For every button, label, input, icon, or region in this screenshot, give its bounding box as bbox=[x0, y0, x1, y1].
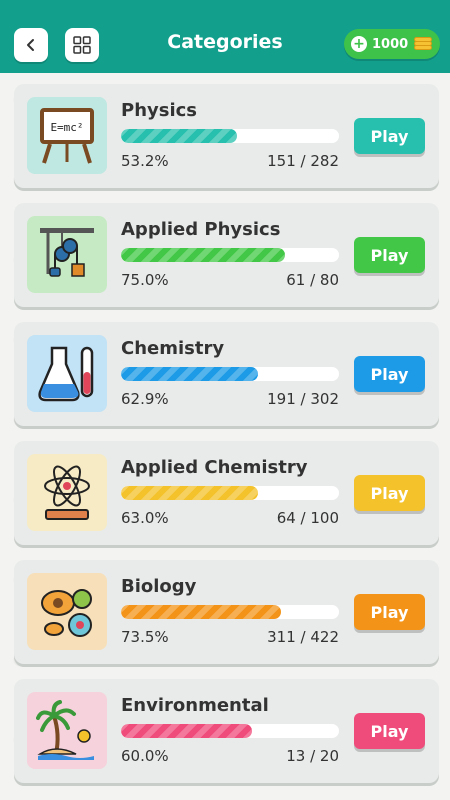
progress-count: 13 / 20 bbox=[286, 747, 339, 765]
category-name: Applied Chemistry bbox=[121, 457, 308, 478]
progress-bar bbox=[121, 486, 339, 500]
category-card-environmental: Environmental 60.0% 13 / 20 Play bbox=[14, 679, 439, 783]
play-button-biology[interactable]: Play bbox=[354, 594, 425, 630]
progress-bar bbox=[121, 724, 339, 738]
category-card-physics: E=mc² Physics 53.2% 151 / 282 Play bbox=[14, 84, 439, 188]
category-name: Chemistry bbox=[121, 338, 225, 359]
progress-percent: 73.5% bbox=[121, 628, 169, 646]
svg-text:E=mc²: E=mc² bbox=[50, 121, 83, 134]
category-name: Applied Physics bbox=[121, 219, 281, 240]
palm-island-icon bbox=[27, 692, 107, 769]
category-name: Physics bbox=[121, 100, 198, 121]
play-button-environmental[interactable]: Play bbox=[354, 713, 425, 749]
progress-percent: 63.0% bbox=[121, 509, 169, 527]
atom-book-icon bbox=[27, 454, 107, 531]
play-button-applied-physics[interactable]: Play bbox=[354, 237, 425, 273]
progress-count: 311 / 422 bbox=[267, 628, 339, 646]
category-card-applied-physics: Applied Physics 75.0% 61 / 80 Play bbox=[14, 203, 439, 307]
pulley-icon bbox=[27, 216, 107, 293]
progress-percent: 60.0% bbox=[121, 747, 169, 765]
progress-count: 151 / 282 bbox=[267, 152, 339, 170]
category-card-biology: Biology 73.5% 311 / 422 Play bbox=[14, 560, 439, 664]
progress-bar bbox=[121, 129, 339, 143]
progress-fill bbox=[121, 605, 282, 619]
category-name: Environmental bbox=[121, 695, 269, 716]
progress-bar bbox=[121, 367, 339, 381]
progress-percent: 53.2% bbox=[121, 152, 169, 170]
progress-count: 64 / 100 bbox=[276, 509, 339, 527]
progress-percent: 62.9% bbox=[121, 390, 169, 408]
category-card-applied-chemistry: Applied Chemistry 63.0% 64 / 100 Play bbox=[14, 441, 439, 545]
progress-fill bbox=[121, 248, 285, 262]
plus-icon: + bbox=[351, 36, 367, 52]
cells-icon bbox=[27, 573, 107, 650]
coin-balance-button[interactable]: + 1000 bbox=[344, 29, 440, 59]
progress-fill bbox=[121, 129, 237, 143]
progress-fill bbox=[121, 367, 259, 381]
flask-icon bbox=[27, 335, 107, 412]
category-list: E=mc² Physics 53.2% 151 / 282 Play Appli… bbox=[14, 84, 439, 798]
play-button-chemistry[interactable]: Play bbox=[354, 356, 425, 392]
chalkboard-emc2-icon: E=mc² bbox=[27, 97, 107, 174]
progress-bar bbox=[121, 248, 339, 262]
coin-count: 1000 bbox=[372, 36, 409, 52]
progress-count: 191 / 302 bbox=[267, 390, 339, 408]
progress-fill bbox=[121, 724, 252, 738]
progress-bar bbox=[121, 605, 339, 619]
top-bar: Categories + 1000 bbox=[0, 0, 450, 73]
play-button-applied-chemistry[interactable]: Play bbox=[354, 475, 425, 511]
coin-stack-icon bbox=[414, 37, 433, 50]
category-name: Biology bbox=[121, 576, 197, 597]
progress-count: 61 / 80 bbox=[286, 271, 339, 289]
category-card-chemistry: Chemistry 62.9% 191 / 302 Play bbox=[14, 322, 439, 426]
progress-percent: 75.0% bbox=[121, 271, 169, 289]
play-button-physics[interactable]: Play bbox=[354, 118, 425, 154]
progress-fill bbox=[121, 486, 259, 500]
